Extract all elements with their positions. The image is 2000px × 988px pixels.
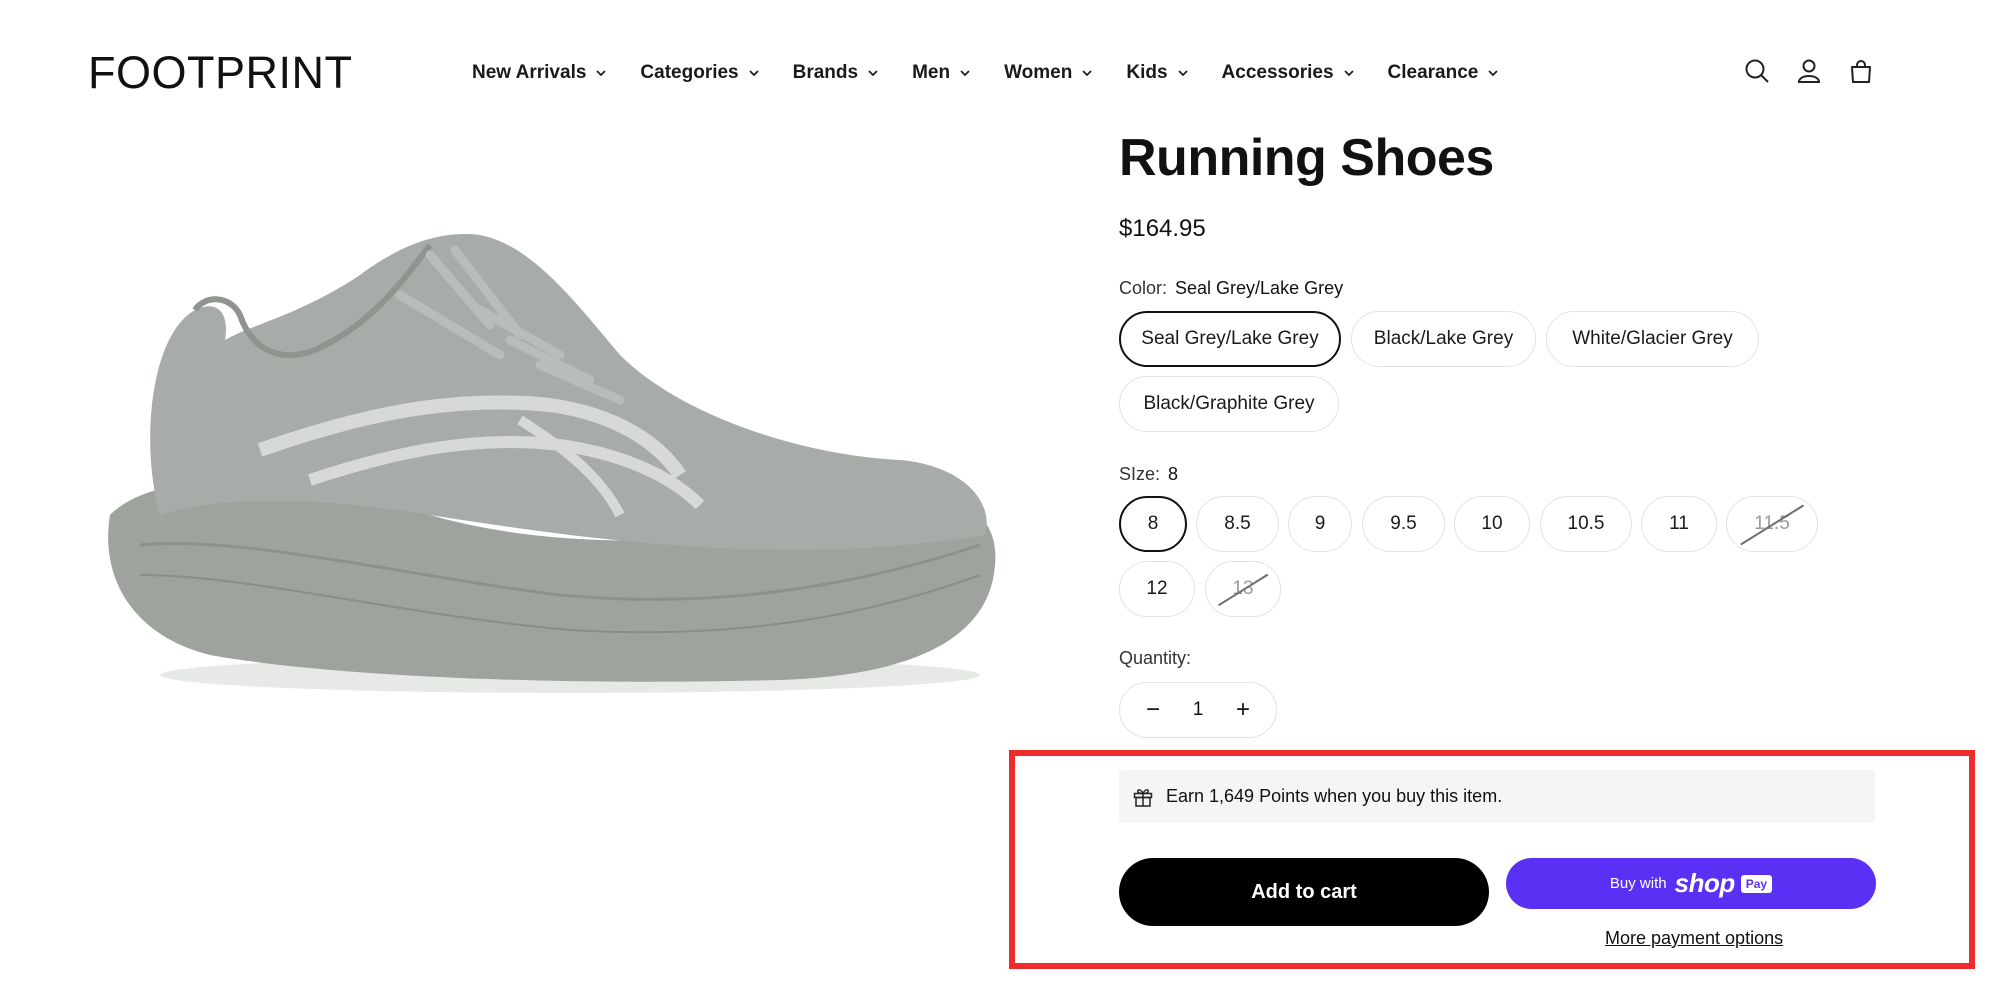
size-selected-value: 8 — [1168, 464, 1179, 484]
nav-label: Categories — [640, 62, 739, 83]
shop-pay-badge: Pay — [1740, 874, 1773, 893]
size-option-13-sold-out[interactable]: 13 — [1205, 561, 1281, 617]
chevron-down-icon — [960, 70, 970, 77]
main-navigation: New Arrivals Categories Brands Men Women… — [472, 56, 1499, 90]
cart-icon[interactable] — [1846, 56, 1876, 86]
nav-clearance[interactable]: Clearance — [1388, 62, 1500, 84]
color-option-seal-grey-lake-grey[interactable]: Seal Grey/Lake Grey — [1119, 311, 1341, 367]
size-option-10-5[interactable]: 10.5 — [1540, 496, 1632, 552]
add-to-cart-button[interactable]: Add to cart — [1119, 858, 1489, 926]
size-label-text: SIze: — [1119, 464, 1161, 484]
color-option-black-lake-grey[interactable]: Black/Lake Grey — [1351, 311, 1536, 367]
nav-men[interactable]: Men — [912, 62, 971, 84]
color-label: Color: Seal Grey/Lake Grey — [1119, 276, 1343, 300]
quantity-stepper: − 1 + — [1119, 682, 1277, 738]
reward-points-text: Earn 1,649 Points when you buy this item… — [1166, 786, 1503, 806]
store-logo[interactable]: FOOTPRINT — [88, 48, 352, 98]
nav-categories[interactable]: Categories — [640, 62, 759, 84]
product-price: $164.95 — [1119, 215, 1206, 242]
chevron-down-icon — [596, 70, 607, 77]
chevron-down-icon — [868, 70, 878, 77]
nav-label: New Arrivals — [472, 62, 587, 83]
quantity-increase-button[interactable]: + — [1232, 698, 1254, 722]
nav-label: Women — [1004, 62, 1073, 83]
shop-pay-logo: shop — [1674, 868, 1736, 898]
product-image[interactable] — [100, 215, 1005, 705]
quantity-value[interactable]: 1 — [1193, 699, 1204, 721]
size-label: SIze: 8 — [1119, 462, 1178, 486]
color-label-text: Color: — [1119, 278, 1168, 298]
size-option-9[interactable]: 9 — [1288, 496, 1352, 552]
chevron-down-icon — [748, 70, 759, 77]
nav-label: Clearance — [1387, 62, 1479, 83]
nav-accessories[interactable]: Accessories — [1222, 62, 1355, 84]
chevron-down-icon — [1488, 70, 1498, 77]
account-icon[interactable] — [1794, 56, 1824, 86]
chevron-down-icon — [1177, 70, 1188, 77]
size-option-9-5[interactable]: 9.5 — [1362, 496, 1445, 552]
nav-label: Accessories — [1221, 62, 1334, 83]
nav-brands[interactable]: Brands — [793, 62, 879, 84]
header-actions — [1742, 56, 1876, 86]
color-option-black-graphite-grey[interactable]: Black/Graphite Grey — [1119, 376, 1339, 432]
shop-pay-button[interactable]: Buy with shop Pay — [1506, 858, 1876, 909]
size-option-12[interactable]: 12 — [1119, 561, 1195, 617]
nav-label: Men — [912, 62, 951, 83]
size-option-11-5-sold-out[interactable]: 11.5 — [1726, 496, 1818, 552]
search-icon[interactable] — [1742, 56, 1772, 86]
size-option-8[interactable]: 8 — [1119, 496, 1187, 552]
quantity-label: Quantity: — [1119, 648, 1192, 668]
more-payment-options-link[interactable]: More payment options — [1605, 928, 1783, 949]
chevron-down-icon — [1082, 70, 1092, 77]
color-option-white-glacier-grey[interactable]: White/Glacier Grey — [1546, 311, 1759, 367]
nav-label: Brands — [792, 62, 859, 83]
size-option-11[interactable]: 11 — [1641, 496, 1717, 552]
shop-pay-prefix: Buy with — [1609, 875, 1667, 892]
size-option-10[interactable]: 10 — [1454, 496, 1530, 552]
reward-points-banner: Earn 1,649 Points when you buy this item… — [1119, 770, 1875, 823]
chevron-down-icon — [1343, 70, 1354, 77]
size-option-8-5[interactable]: 8.5 — [1196, 496, 1279, 552]
nav-new-arrivals[interactable]: New Arrivals — [472, 62, 607, 84]
product-title: Running Shoes — [1119, 129, 1494, 187]
gift-icon — [1133, 788, 1153, 807]
nav-women[interactable]: Women — [1004, 62, 1093, 84]
quantity-decrease-button[interactable]: − — [1142, 698, 1164, 722]
color-selected-value: Seal Grey/Lake Grey — [1175, 278, 1344, 298]
nav-label: Kids — [1126, 62, 1168, 83]
nav-kids[interactable]: Kids — [1126, 62, 1188, 84]
running-shoe-image — [108, 234, 996, 693]
